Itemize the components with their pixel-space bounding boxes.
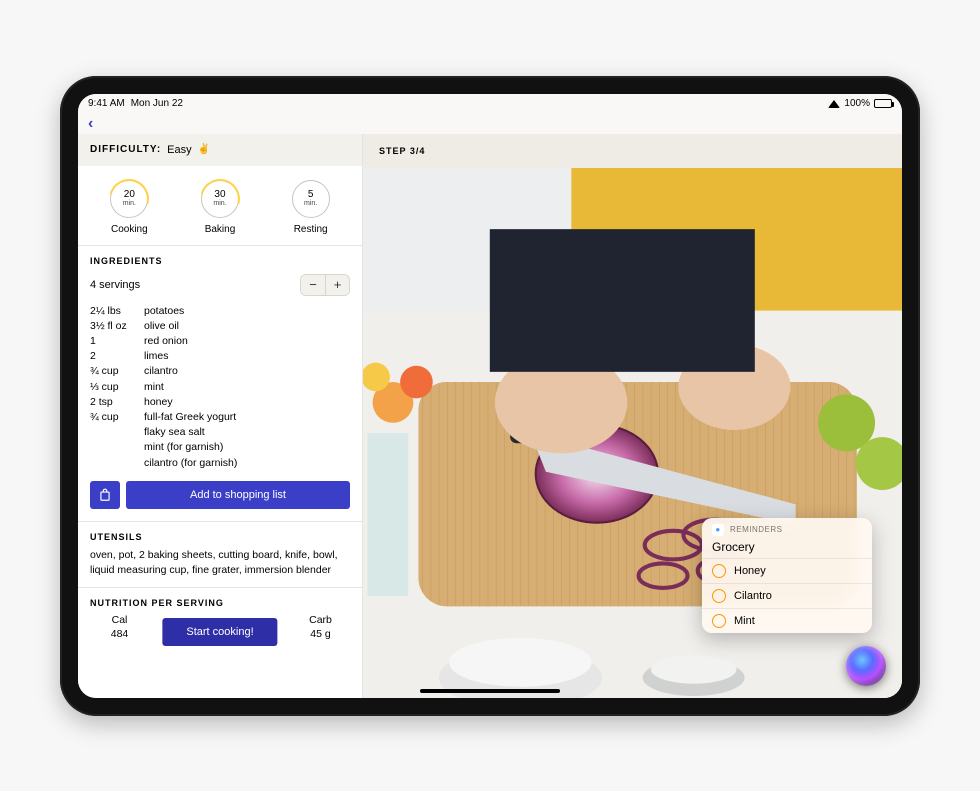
timer-unit: min. (304, 200, 317, 207)
screen: 9:41 AM Mon Jun 22 100% ‹ DIFFICULTY: Ea… (78, 94, 902, 698)
recipe-pane: DIFFICULTY: Easy ✌️ 20 min. Cooking (78, 134, 363, 698)
siri-icon[interactable] (846, 646, 886, 686)
reminders-app-label: REMINDERS (730, 525, 783, 534)
utensils-heading: UTENSILS (78, 522, 362, 548)
add-to-shopping-list-button[interactable]: Add to shopping list (126, 481, 350, 509)
reminder-label: Cilantro (734, 590, 772, 602)
reminder-label: Mint (734, 615, 755, 627)
ingredient-row: ⅓ cupmint (90, 380, 350, 395)
reminders-app-icon: ● (712, 524, 724, 536)
timer-label: Resting (294, 224, 328, 235)
timer-baking: 30 min. Baking (201, 180, 239, 235)
ingredient-row: 2¼ lbspotatoes (90, 304, 350, 319)
start-cooking-button[interactable]: Start cooking! (162, 618, 277, 646)
utensils-text: oven, pot, 2 baking sheets, cutting boar… (78, 548, 362, 587)
ingredient-row: ¾ cupfull-fat Greek yogurt (90, 410, 350, 425)
reminder-circle-icon[interactable] (712, 614, 726, 628)
content-split: DIFFICULTY: Easy ✌️ 20 min. Cooking (78, 134, 902, 698)
ipad-frame: 9:41 AM Mon Jun 22 100% ‹ DIFFICULTY: Ea… (60, 76, 920, 716)
ingredient-row: 3½ fl ozolive oil (90, 319, 350, 334)
nav-back-row: ‹ (78, 114, 902, 134)
shopping-list-row: Add to shopping list (78, 481, 362, 521)
timer-value: 30 (214, 190, 225, 200)
nutrition-col: Cal 484 (90, 614, 149, 640)
nutrition-heading: NUTRITION PER SERVING (78, 588, 362, 614)
difficulty-label: DIFFICULTY: (90, 144, 161, 155)
reminders-popup: ● REMINDERS Grocery Honey Cilantro Mi (702, 518, 872, 633)
reminder-label: Honey (734, 565, 766, 577)
reminder-item[interactable]: Honey (702, 558, 872, 583)
timer-resting: 5 min. Resting (292, 180, 330, 235)
reminder-circle-icon[interactable] (712, 589, 726, 603)
timer-unit: min. (213, 200, 226, 207)
ingredient-row: 1red onion (90, 334, 350, 349)
reminder-circle-icon[interactable] (712, 564, 726, 578)
peace-emoji-icon: ✌️ (198, 144, 211, 155)
shopping-list-icon[interactable] (90, 481, 120, 509)
servings-stepper: − + (300, 274, 350, 296)
ingredients-heading: INGREDIENTS (78, 246, 362, 272)
battery-icon (874, 99, 892, 108)
status-time: 9:41 AM (88, 98, 125, 109)
timer-unit: min. (123, 200, 136, 207)
ingredients-list: 2¼ lbspotatoes 3½ fl ozolive oil 1red on… (78, 304, 362, 481)
battery-percent: 100% (844, 98, 870, 109)
timer-ring: 5 min. (292, 180, 330, 218)
timers-row: 20 min. Cooking 30 min. Baking (78, 166, 362, 245)
timer-value: 20 (124, 190, 135, 200)
ingredient-row: 2 tsphoney (90, 395, 350, 410)
reminders-list-name: Grocery (702, 540, 872, 558)
servings-minus-button[interactable]: − (301, 275, 325, 295)
home-indicator[interactable] (420, 689, 560, 693)
timer-ring: 30 min. (201, 180, 239, 218)
ingredient-row: cilantro (for garnish) (90, 456, 350, 471)
reminder-item[interactable]: Cilantro (702, 583, 872, 608)
ingredient-row: mint (for garnish) (90, 440, 350, 455)
difficulty-row: DIFFICULTY: Easy ✌️ (78, 134, 362, 166)
nutrition-row: Cal 484 10 g 27 g Carb (78, 614, 362, 644)
timer-label: Baking (205, 224, 236, 235)
ingredient-row: flaky sea salt (90, 425, 350, 440)
status-bar: 9:41 AM Mon Jun 22 100% (78, 94, 902, 114)
status-date: Mon Jun 22 (131, 98, 183, 109)
step-indicator: STEP 3/4 (363, 134, 902, 168)
timer-cooking: 20 min. Cooking (110, 180, 148, 235)
back-chevron-icon[interactable]: ‹ (88, 115, 93, 133)
nutrition-col: Carb 45 g (291, 614, 350, 640)
ingredient-row: ¾ cupcilantro (90, 364, 350, 379)
servings-value: 4 servings (90, 279, 140, 291)
timer-label: Cooking (111, 224, 148, 235)
wifi-icon (828, 100, 840, 108)
difficulty-value: Easy (167, 144, 191, 156)
ingredient-row: 2limes (90, 349, 350, 364)
servings-row: 4 servings − + (78, 272, 362, 304)
servings-plus-button[interactable]: + (325, 275, 349, 295)
timer-value: 5 (308, 190, 314, 200)
reminder-item[interactable]: Mint (702, 608, 872, 633)
timer-ring: 20 min. (110, 180, 148, 218)
step-pane: STEP 3/4 (363, 134, 902, 698)
